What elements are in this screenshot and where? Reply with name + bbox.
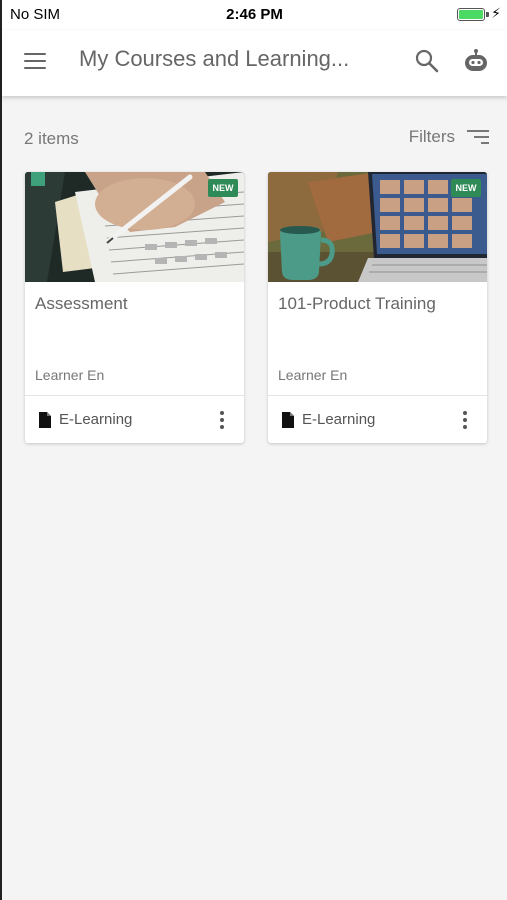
page-title: My Courses and Learning... — [79, 46, 350, 71]
menu-icon[interactable] — [24, 53, 46, 69]
course-type: E-Learning — [302, 411, 376, 428]
new-badge: NEW — [208, 179, 238, 197]
more-vertical-icon[interactable] — [220, 411, 224, 429]
status-bar: No SIM 2:46 PM ⚡ — [2, 0, 507, 30]
search-icon[interactable] — [414, 48, 440, 74]
filters-button[interactable]: Filters — [409, 127, 489, 147]
course-author: Learner En — [35, 367, 105, 383]
filter-icon — [467, 129, 489, 145]
course-type: E-Learning — [59, 411, 133, 428]
course-author: Learner En — [278, 367, 348, 383]
card-footer: E-Learning — [268, 396, 487, 443]
battery-icon — [457, 8, 485, 21]
document-icon — [282, 412, 294, 428]
document-icon — [39, 412, 51, 428]
clock: 2:46 PM — [226, 6, 283, 23]
new-badge: NEW — [451, 179, 481, 197]
charging-icon: ⚡ — [491, 5, 501, 21]
items-count: 2 items — [24, 129, 79, 148]
bot-icon[interactable] — [462, 48, 490, 76]
card-footer: E-Learning — [25, 396, 244, 443]
filters-label: Filters — [408, 127, 455, 146]
course-title[interactable]: 101-Product Training — [278, 294, 436, 314]
app-header: My Courses and Learning... — [2, 30, 507, 96]
app-screen: No SIM 2:46 PM ⚡ My Courses and Learning… — [0, 0, 507, 900]
battery-tip — [486, 12, 489, 17]
more-vertical-icon[interactable] — [463, 411, 467, 429]
course-card[interactable]: NEW 101-Product Training Learner En E-Le… — [268, 172, 487, 443]
course-title[interactable]: Assessment — [35, 294, 128, 314]
course-card[interactable]: NEW Assessment Learner En E-Learning — [25, 172, 244, 443]
